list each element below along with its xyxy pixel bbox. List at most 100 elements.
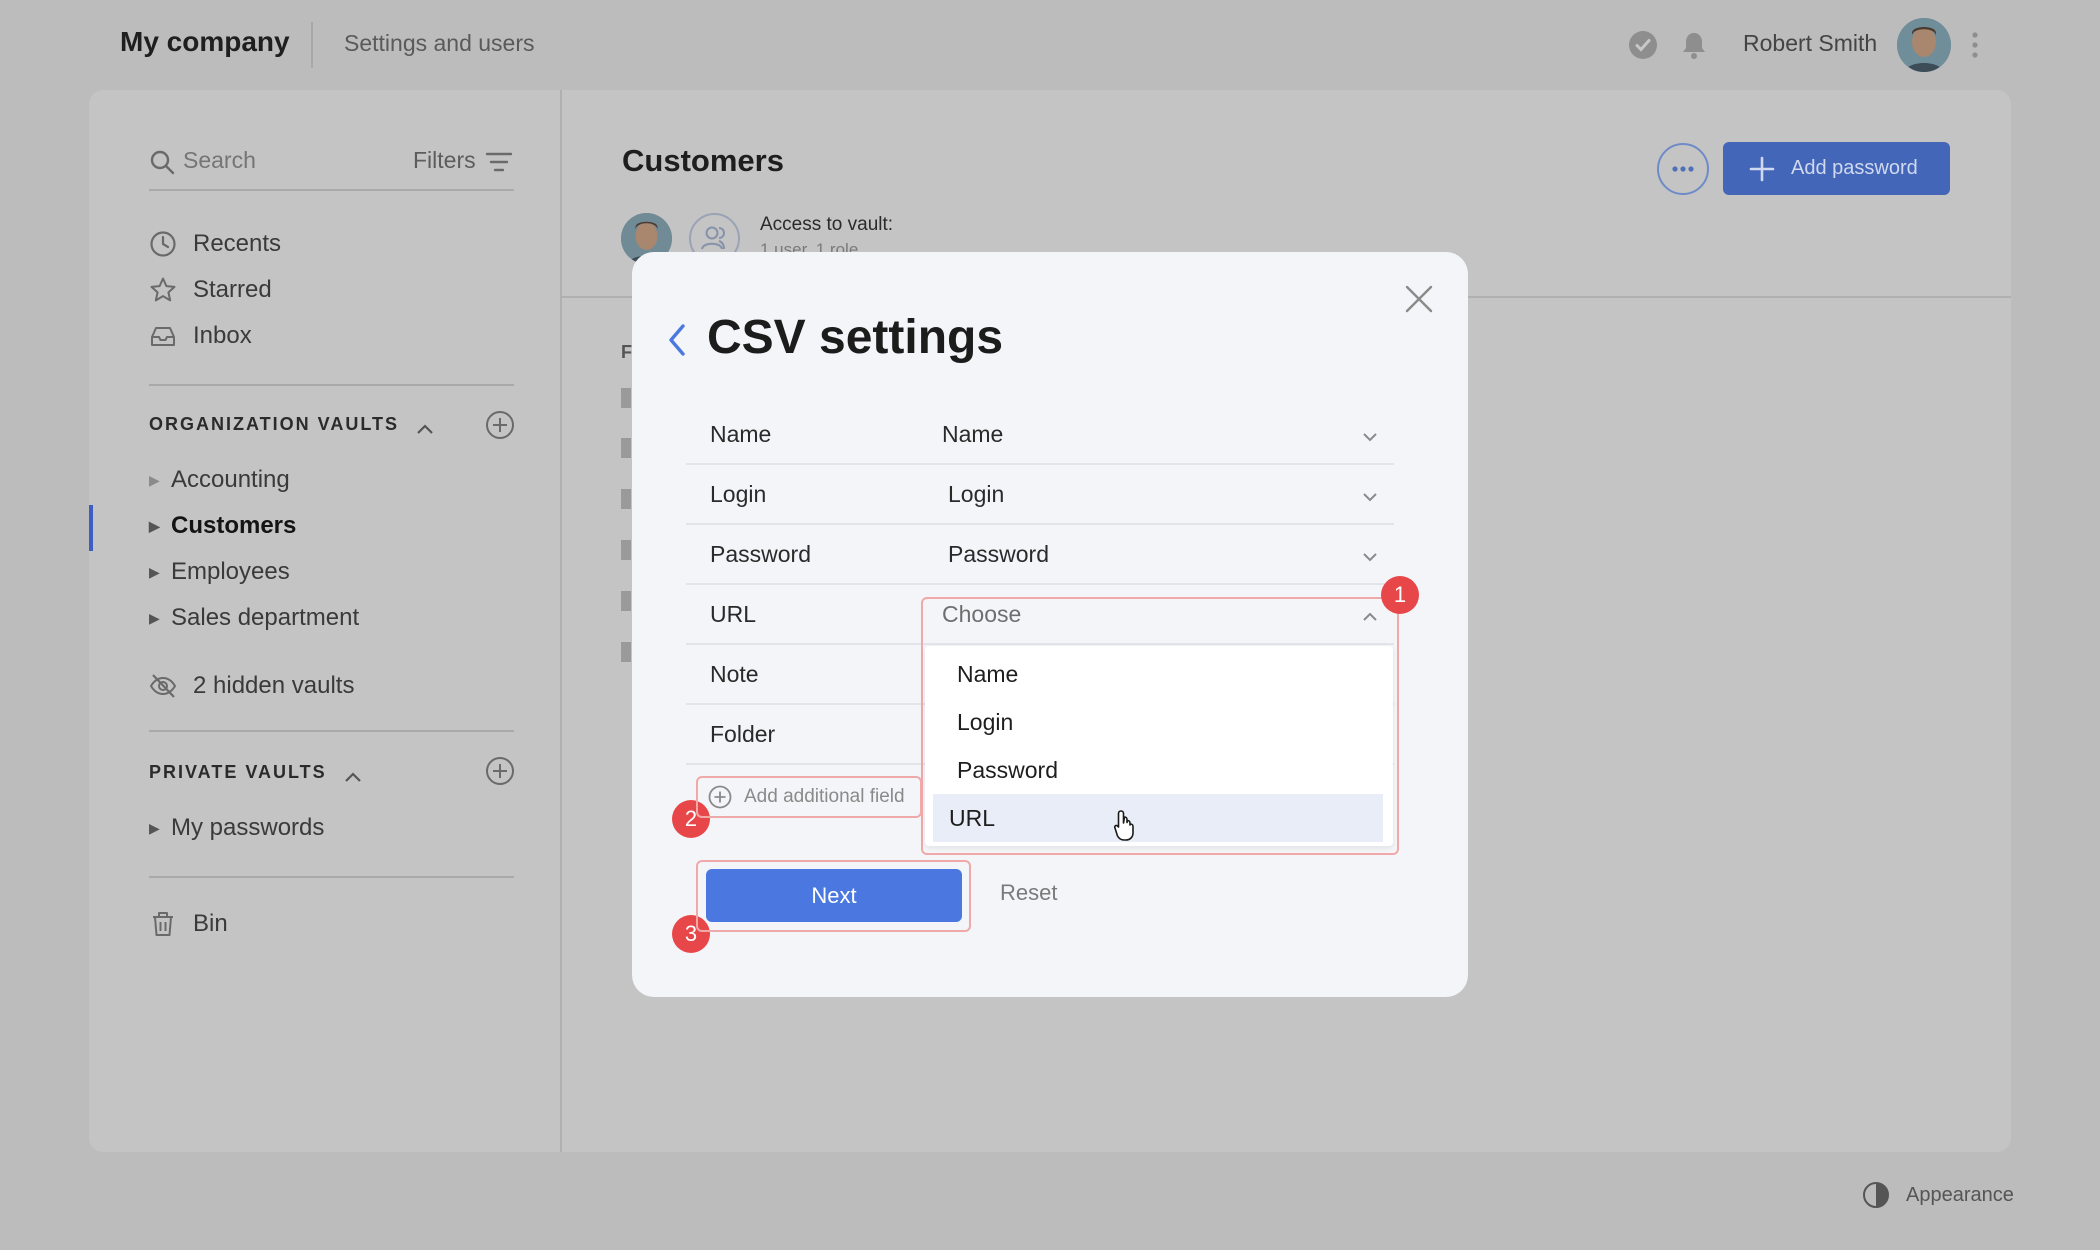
org-vaults-heading[interactable]: ORGANIZATION VAULTS [149, 414, 434, 435]
plus-circle-icon [708, 785, 732, 809]
chevron-down-icon[interactable] [1362, 489, 1378, 502]
sidebar-item-sales-department[interactable]: ▶ Sales department [149, 604, 359, 632]
background-column-header: F [621, 342, 632, 362]
mapping-field-label: Folder [710, 721, 776, 747]
dropdown-option-url[interactable]: URL [933, 794, 1383, 842]
filters-icon[interactable] [485, 151, 513, 173]
caret-right-icon[interactable]: ▶ [149, 564, 161, 581]
sidebar-separator [149, 876, 514, 878]
background-row-checkbox [621, 489, 631, 509]
appearance-label: Appearance [1906, 1183, 2014, 1206]
sidebar-item-label: Inbox [193, 322, 252, 349]
user-name[interactable]: Robert Smith [1743, 30, 1877, 57]
caret-right-icon[interactable]: ▶ [149, 820, 161, 837]
private-vaults-heading[interactable]: PRIVATE VAULTS [149, 762, 362, 783]
vault-label: My passwords [171, 814, 325, 841]
add-password-button[interactable]: Add password [1723, 142, 1950, 195]
background-row-checkbox [621, 438, 631, 458]
company-name[interactable]: My company [120, 26, 290, 58]
dropdown-option-name[interactable]: Name [941, 650, 1391, 698]
sidebar-separator [149, 384, 514, 386]
bin-label: Bin [193, 910, 228, 937]
sidebar-item-my-passwords[interactable]: ▶ My passwords [149, 814, 324, 842]
filters-label[interactable]: Filters [413, 147, 476, 174]
plus-icon [1749, 156, 1775, 182]
settings-and-users-link[interactable]: Settings and users [344, 30, 535, 57]
sidebar-search: Filters [149, 143, 514, 191]
background-row-checkbox [621, 642, 631, 662]
clock-icon [149, 230, 177, 258]
vault-label: Customers [171, 512, 297, 539]
back-chevron-icon[interactable] [665, 322, 689, 358]
mapping-select[interactable]: Name [942, 421, 1003, 448]
close-icon[interactable] [1404, 284, 1434, 314]
add-org-vault-button[interactable] [485, 410, 515, 440]
access-to-vault-label: Access to vault: [760, 214, 894, 235]
mapping-field-label: Note [710, 661, 759, 687]
mapping-row-name: Name Name [686, 405, 1394, 465]
appearance-toggle[interactable]: Appearance [1862, 1181, 2014, 1209]
star-icon [149, 276, 177, 304]
caret-right-icon[interactable]: ▶ [149, 518, 161, 535]
mapping-select[interactable]: Login [948, 481, 1004, 508]
hidden-vaults-toggle[interactable]: 2 hidden vaults [149, 668, 354, 704]
eye-off-icon [149, 672, 177, 700]
hidden-vaults-label: 2 hidden vaults [193, 672, 355, 699]
mapping-field-label: Name [710, 421, 772, 447]
top-bar: My company Settings and users Robert Smi… [0, 0, 2100, 90]
ellipsis-icon [1672, 166, 1694, 172]
sidebar-item-employees[interactable]: ▶ Employees [149, 558, 290, 586]
chevron-up-icon[interactable] [344, 767, 362, 783]
mapping-field-label: URL [710, 601, 757, 627]
sidebar-item-starred[interactable]: Starred [149, 272, 272, 308]
chevron-down-icon[interactable] [1362, 549, 1378, 562]
active-vault-indicator [89, 505, 93, 551]
add-password-label: Add password [1791, 157, 1918, 179]
vault-label: Accounting [171, 466, 290, 493]
sidebar-item-bin[interactable]: Bin [149, 906, 228, 942]
dropdown-option-password[interactable]: Password [941, 746, 1391, 794]
add-additional-field-button[interactable]: Add additional field [708, 785, 905, 809]
search-input[interactable] [183, 147, 383, 174]
background-row-checkbox [621, 540, 631, 560]
more-actions-button[interactable] [1657, 143, 1709, 195]
plus-circle-icon [486, 411, 514, 439]
vault-label: Employees [171, 558, 290, 585]
mapping-row-password: Password Password [686, 525, 1394, 585]
trash-icon [149, 910, 177, 938]
org-vaults-label: ORGANIZATION VAULTS [149, 414, 399, 434]
background-row-checkbox [621, 388, 631, 408]
caret-right-icon[interactable]: ▶ [149, 472, 161, 489]
url-select-dropdown: Name Login Password URL [925, 646, 1393, 846]
mapping-row-login: Login Login [686, 465, 1394, 525]
sidebar-item-accounting[interactable]: ▶ Accounting [149, 466, 290, 494]
vault-label: Sales department [171, 604, 360, 631]
chevron-up-icon[interactable] [416, 419, 434, 435]
reset-button[interactable]: Reset [1000, 880, 1057, 906]
more-options-icon[interactable] [1968, 30, 1982, 60]
private-vaults-label: PRIVATE VAULTS [149, 762, 327, 782]
sidebar-item-label: Starred [193, 276, 272, 303]
sidebar-item-customers[interactable]: ▶ Customers [149, 512, 296, 540]
next-button[interactable]: Next [706, 869, 962, 922]
sidebar-item-inbox[interactable]: Inbox [149, 318, 252, 354]
bell-icon[interactable] [1680, 30, 1708, 60]
background-row-checkbox [621, 591, 631, 611]
mapping-select[interactable]: Password [948, 541, 1049, 568]
contrast-icon [1862, 1181, 1890, 1209]
sidebar-divider [560, 90, 562, 1152]
sidebar-item-recents[interactable]: Recents [149, 226, 281, 262]
chevron-down-icon[interactable] [1362, 429, 1378, 442]
header-divider [311, 22, 313, 68]
user-avatar[interactable] [1897, 18, 1951, 72]
add-private-vault-button[interactable] [485, 756, 515, 786]
mapping-field-label: Login [710, 481, 767, 507]
vault-title: Customers [622, 143, 784, 178]
plus-circle-icon [486, 757, 514, 785]
mapping-field-label: Password [710, 541, 811, 567]
sidebar-separator [149, 730, 514, 732]
dropdown-option-login[interactable]: Login [941, 698, 1391, 746]
caret-right-icon[interactable]: ▶ [149, 610, 161, 627]
add-field-label: Add additional field [744, 786, 905, 807]
check-status-icon[interactable] [1629, 31, 1657, 59]
